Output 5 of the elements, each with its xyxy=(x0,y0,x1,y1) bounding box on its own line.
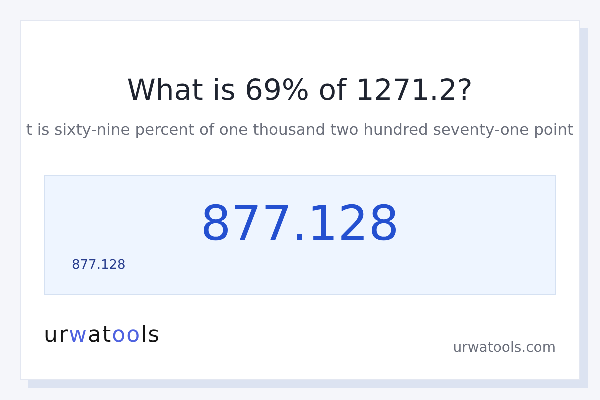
result-value: 877.128 xyxy=(200,196,400,252)
page-title: What is 69% of 1271.2? xyxy=(127,73,473,107)
subtitle: t is sixty-nine percent of one thousand two hundred seventy-one point xyxy=(25,121,575,139)
logo: urwatools xyxy=(44,323,161,348)
result-caption: 877.128 xyxy=(72,258,126,273)
